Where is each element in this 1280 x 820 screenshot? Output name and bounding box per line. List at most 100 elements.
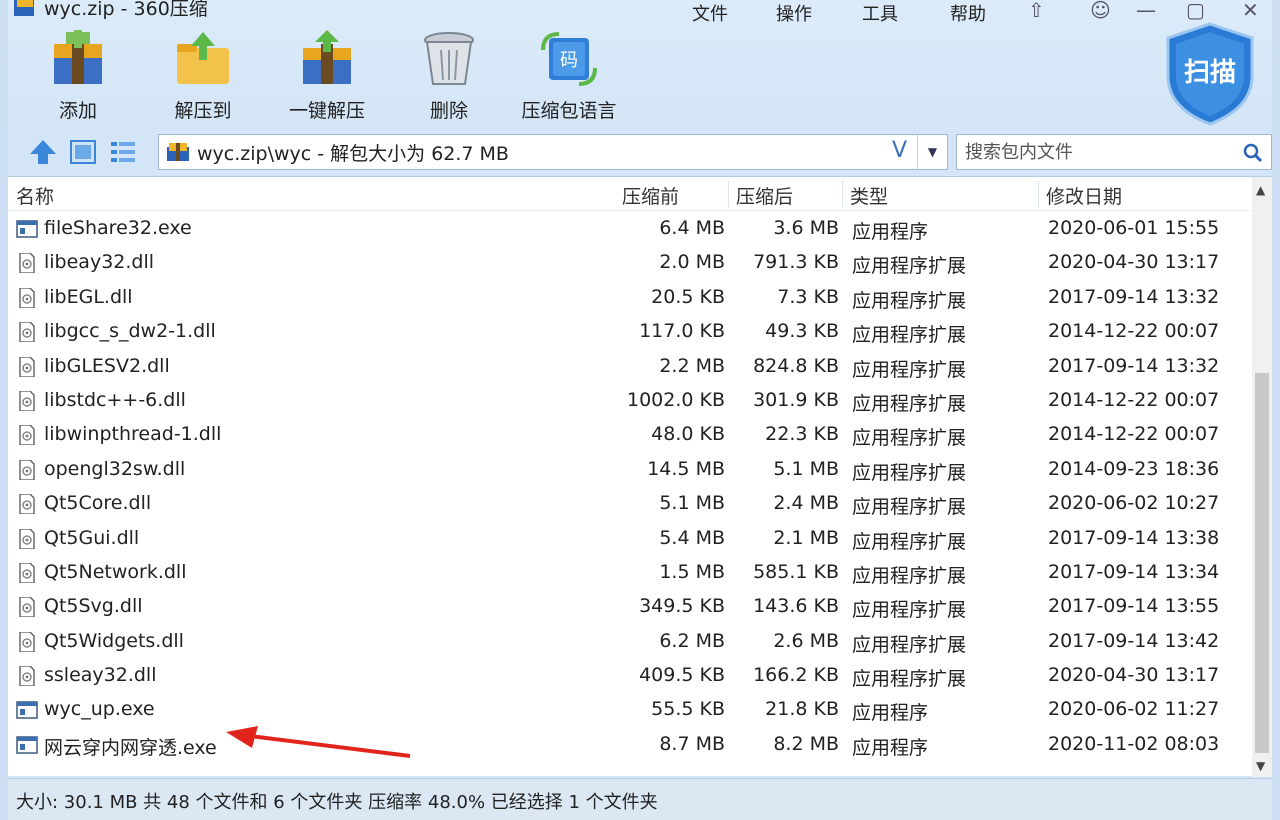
file-compressed-size: 166.2 KB (753, 664, 839, 687)
file-modified-date: 2020-06-02 11:27 (1048, 698, 1220, 721)
file-name: opengl32sw.dll (44, 457, 186, 480)
file-compressed-size: 5.1 MB (773, 457, 839, 480)
address-bar[interactable]: wyc.zip\wyc - 解包大小为 62.7 MB V ▼ (158, 134, 948, 170)
table-row[interactable]: Qt5Gui.dll 5.4 MB 2.1 MB 应用程序扩展 2017-09-14 1… (8, 521, 1252, 555)
column-name[interactable]: 名称 (16, 182, 54, 209)
file-modified-date: 2017-09-14 13:42 (1048, 629, 1220, 652)
archive-language-label: 压缩包语言 (521, 100, 617, 122)
search-input[interactable] (965, 141, 1235, 163)
list-view-icon[interactable] (108, 138, 138, 166)
file-size: 117.0 KB (639, 320, 725, 343)
table-row[interactable]: opengl32sw.dll 14.5 MB 5.1 MB 应用程序扩展 2014-09… (8, 452, 1252, 486)
file-type: 应用程序扩展 (852, 530, 967, 553)
menu-help[interactable]: 帮助 (950, 0, 986, 26)
annotation-arrow-icon (226, 726, 411, 758)
file-size: 5.1 MB (659, 492, 725, 515)
file-name: libeay32.dll (44, 251, 155, 274)
column-size[interactable]: 压缩前 (622, 182, 679, 209)
scan-button[interactable]: 扫描 (1164, 22, 1256, 126)
file-size: 349.5 KB (639, 595, 725, 618)
file-name: libwinpthread-1.dll (44, 423, 222, 446)
feedback-icon[interactable]: ☺ (1090, 0, 1111, 22)
window-title: wyc.zip - 360压缩 (44, 0, 208, 20)
column-modified[interactable]: 修改日期 (1046, 182, 1122, 209)
menu-operate[interactable]: 操作 (776, 0, 812, 26)
table-row[interactable]: fileShare32.exe 6.4 MB 3.6 MB 应用程序 2020-06-0… (8, 211, 1252, 245)
menu-tools[interactable]: 工具 (862, 0, 898, 26)
file-name: Qt5Svg.dll (44, 595, 143, 618)
menu-file[interactable]: 文件 (692, 0, 728, 26)
delete-button[interactable]: 删除 (394, 30, 504, 123)
column-divider[interactable] (728, 181, 729, 207)
table-row[interactable]: libwinpthread-1.dll 48.0 KB 22.3 KB 应用程序扩展 2… (8, 417, 1252, 451)
maximize-icon[interactable]: ▢ (1186, 0, 1205, 22)
column-type[interactable]: 类型 (850, 182, 888, 209)
column-divider[interactable] (1038, 181, 1039, 207)
file-name: wyc_up.exe (44, 698, 155, 721)
scrollbar-thumb[interactable] (1255, 373, 1269, 753)
dll-file-icon (16, 562, 38, 584)
file-type: 应用程序扩展 (852, 427, 967, 450)
table-row[interactable]: Qt5Core.dll 5.1 MB 2.4 MB 应用程序扩展 2020-06-02 … (8, 486, 1252, 520)
file-compressed-size: 2.6 MB (773, 629, 839, 652)
skin-icon[interactable]: ⇧ (1028, 0, 1045, 22)
large-icon-view-icon[interactable] (68, 138, 98, 166)
file-size: 1.5 MB (659, 560, 725, 583)
address-history-toggle[interactable]: V (892, 138, 907, 163)
file-compressed-size: 301.9 KB (753, 388, 839, 411)
one-click-extract-button[interactable]: 一键解压 (272, 30, 382, 123)
table-row[interactable]: Qt5Network.dll 1.5 MB 585.1 KB 应用程序扩展 2017-0… (8, 555, 1252, 589)
vertical-scrollbar[interactable]: ▲ ▼ (1252, 177, 1272, 777)
search-icon[interactable] (1243, 143, 1263, 163)
scroll-up-icon[interactable]: ▲ (1256, 183, 1265, 197)
minimize-icon[interactable]: — (1136, 0, 1156, 22)
status-text: 大小: 30.1 MB 共 48 个文件和 6 个文件夹 压缩率 48.0% 已… (16, 792, 658, 813)
file-compressed-size: 21.8 KB (765, 698, 839, 721)
menu-bar: 文件 (692, 0, 728, 26)
dll-file-icon (16, 596, 38, 618)
file-type: 应用程序扩展 (852, 392, 967, 415)
scroll-down-icon[interactable]: ▼ (1256, 759, 1265, 773)
file-size: 6.2 MB (659, 629, 725, 652)
table-row[interactable]: wyc_up.exe 55.5 KB 21.8 KB 应用程序 2020-06-02 1… (8, 692, 1252, 726)
file-compressed-size: 3.6 MB (773, 217, 839, 239)
table-row[interactable]: libEGL.dll 20.5 KB 7.3 KB 应用程序扩展 2017-09-14 … (8, 280, 1252, 314)
file-list: 名称 压缩前 压缩后 类型 修改日期 fileShare32.exe 6.4 MB… (8, 176, 1272, 777)
file-type: 应用程序扩展 (852, 668, 967, 691)
file-compressed-size: 22.3 KB (765, 423, 839, 446)
file-compressed-size: 2.1 MB (773, 526, 839, 549)
navigation-row: wyc.zip\wyc - 解包大小为 62.7 MB V ▼ (8, 134, 1272, 170)
column-compressed[interactable]: 压缩后 (736, 182, 793, 209)
dll-file-icon (16, 390, 38, 412)
table-row[interactable]: libGLESV2.dll 2.2 MB 824.8 KB 应用程序扩展 2017-09… (8, 349, 1252, 383)
add-button[interactable]: 添加 (23, 28, 133, 123)
table-row[interactable]: 网云穿内网穿透.exe 8.7 MB 8.2 MB 应用程序 2020-11-02 08… (8, 727, 1252, 761)
file-name: Qt5Network.dll (44, 560, 187, 583)
close-icon[interactable]: ✕ (1242, 0, 1259, 22)
dll-file-icon (16, 287, 38, 309)
file-size: 1002.0 KB (626, 388, 725, 411)
file-type: 应用程序扩展 (852, 633, 967, 656)
one-click-extract-icon (297, 30, 357, 88)
chevron-down-icon[interactable]: ▼ (917, 135, 947, 169)
file-modified-date: 2020-04-30 13:17 (1048, 251, 1220, 274)
archive-language-button[interactable]: 码 压缩包语言 (514, 30, 624, 123)
file-modified-date: 2020-06-02 10:27 (1048, 492, 1220, 515)
dll-file-icon (16, 493, 38, 515)
table-row[interactable]: libeay32.dll 2.0 MB 791.3 KB 应用程序扩展 2020-04-… (8, 245, 1252, 279)
add-label: 添加 (58, 100, 97, 122)
table-row[interactable]: libgcc_s_dw2-1.dll 117.0 KB 49.3 KB 应用程序扩展 2… (8, 314, 1252, 348)
column-divider[interactable] (842, 181, 843, 207)
search-box (956, 134, 1272, 170)
table-row[interactable]: Qt5Svg.dll 349.5 KB 143.6 KB 应用程序扩展 2017-09-… (8, 589, 1252, 623)
table-row[interactable]: libstdc++-6.dll 1002.0 KB 301.9 KB 应用程序扩展 20… (8, 383, 1252, 417)
extract-to-button[interactable]: 解压到 (148, 30, 258, 123)
file-compressed-size: 8.2 MB (773, 732, 839, 755)
dll-file-icon (16, 631, 38, 653)
file-rows: fileShare32.exe 6.4 MB 3.6 MB 应用程序 2020-06-0… (8, 211, 1252, 761)
table-row[interactable]: Qt5Widgets.dll 6.2 MB 2.6 MB 应用程序扩展 2017-09-… (8, 624, 1252, 658)
up-arrow-icon[interactable] (28, 138, 58, 166)
file-name: ssleay32.dll (44, 664, 157, 687)
file-modified-date: 2017-09-14 13:34 (1048, 560, 1220, 583)
table-row[interactable]: ssleay32.dll 409.5 KB 166.2 KB 应用程序扩展 2020-0… (8, 658, 1252, 692)
